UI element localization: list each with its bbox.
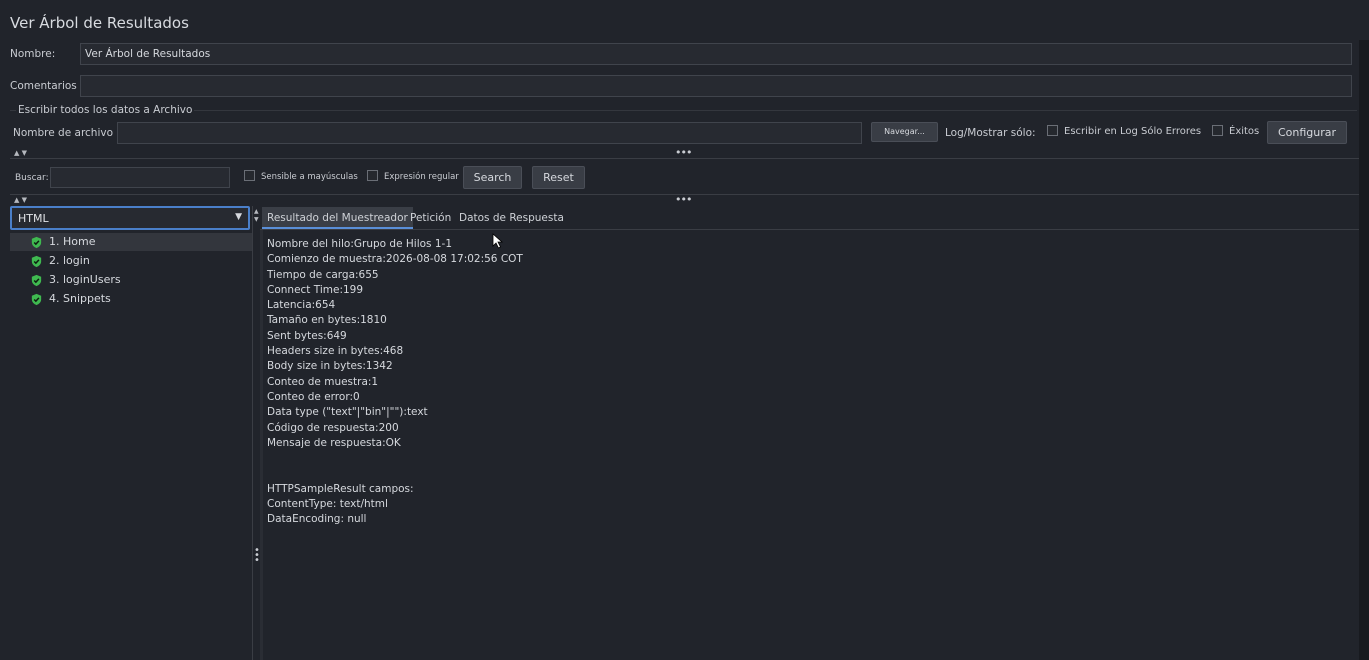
result-line: Headers size in bytes:468	[267, 345, 404, 358]
chevron-down-icon: ▼	[235, 212, 242, 222]
renderer-select-value: HTML	[18, 212, 49, 225]
collapse-arrows-icon[interactable]: ▲ ▼	[14, 196, 27, 204]
renderer-select[interactable]: HTML ▼	[10, 206, 250, 230]
result-line	[267, 466, 523, 481]
result-line: HTTPSampleResult campos:	[267, 482, 414, 495]
search-input[interactable]	[50, 167, 230, 188]
result-line: Latencia:654	[267, 299, 336, 312]
errors-only-label: Escribir en Log Sólo Errores	[1064, 126, 1202, 137]
result-line: Nombre del hilo:Grupo de Hilos 1-1	[267, 238, 452, 250]
result-line: Tiempo de carga:655	[267, 268, 379, 281]
filename-field[interactable]	[117, 122, 862, 144]
collapse-arrows-icon[interactable]: ▲ ▼	[14, 149, 27, 157]
tree-item-label: 3. loginUsers	[49, 273, 121, 286]
log-show-only-label: Log/Mostrar sólo:	[945, 127, 1036, 139]
tree-item-label: 2. login	[49, 254, 90, 267]
panel-title: Ver Árbol de Resultados	[10, 14, 189, 32]
comments-label: Comentarios	[10, 80, 77, 92]
shield-check-icon	[31, 255, 42, 267]
tree-item[interactable]: 2. login	[30, 252, 90, 270]
case-sensitive-label: Sensible a mayúsculas	[261, 172, 358, 182]
mouse-cursor-icon	[492, 233, 504, 249]
result-line: Tamaño en bytes:1810	[267, 314, 387, 327]
name-label: Nombre:	[10, 48, 56, 60]
tab-request[interactable]: Petición	[405, 207, 456, 229]
success-label: Éxitos	[1229, 126, 1260, 137]
regex-checkbox[interactable]	[367, 170, 378, 181]
tree-item-label: 4. Snippets	[49, 292, 111, 305]
errors-only-checkbox[interactable]	[1047, 125, 1058, 136]
configure-button[interactable]: Configurar	[1267, 121, 1347, 144]
shield-check-icon	[31, 236, 42, 248]
success-checkbox[interactable]	[1212, 125, 1223, 136]
filename-label: Nombre de archivo	[13, 127, 114, 139]
search-label: Buscar:	[15, 173, 49, 183]
splitter-handle-icon[interactable]: •••	[675, 193, 692, 206]
sampler-result-text: Nombre del hilo:Grupo de Hilos 1-1 Comie…	[267, 237, 523, 528]
tree-item[interactable]: 3. loginUsers	[30, 271, 121, 289]
result-pane-gutter	[260, 230, 263, 660]
tree-item-label: 1. Home	[49, 235, 96, 248]
result-line: Conteo de muestra:1	[267, 375, 379, 388]
shield-check-icon	[31, 293, 42, 305]
reset-button[interactable]: Reset	[532, 166, 585, 189]
result-line: Código de respuesta:200	[267, 421, 399, 434]
tree-item[interactable]: 1. Home	[30, 233, 95, 251]
result-line	[267, 451, 523, 466]
tab-response-data[interactable]: Datos de Respuesta	[454, 207, 569, 229]
result-line: Comienzo de muestra:2026-08-08 17:02:56 …	[267, 253, 523, 266]
result-line: ContentType: text/html	[267, 498, 388, 511]
comments-field[interactable]	[80, 75, 1352, 97]
result-line: DataEncoding: null	[267, 513, 367, 526]
result-line: Mensaje de respuesta:OK	[267, 436, 401, 449]
browse-button[interactable]: Navegar...	[871, 122, 938, 142]
vertical-splitter[interactable]	[252, 206, 253, 660]
result-line: Data type ("text"|"bin"|""):text	[267, 406, 428, 419]
result-line: Sent bytes:649	[267, 329, 347, 342]
case-sensitive-checkbox[interactable]	[244, 170, 255, 181]
tab-sampler-result[interactable]: Resultado del Muestreador	[262, 207, 413, 229]
file-section-legend: Escribir todos los datos a Archivo	[16, 104, 195, 116]
regex-label: Expresión regular	[384, 172, 459, 182]
shield-check-icon	[31, 274, 42, 286]
result-line: Body size in bytes:1342	[267, 360, 393, 373]
name-field[interactable]: Ver Árbol de Resultados	[80, 43, 1352, 65]
tree-item[interactable]: 4. Snippets	[30, 290, 111, 308]
result-line: Connect Time:199	[267, 283, 364, 296]
search-button[interactable]: Search	[463, 166, 522, 189]
collapse-arrows-icon[interactable]: ▲ ▼	[254, 208, 259, 224]
result-line: Conteo de error:0	[267, 390, 360, 403]
window-edge	[1359, 40, 1369, 660]
